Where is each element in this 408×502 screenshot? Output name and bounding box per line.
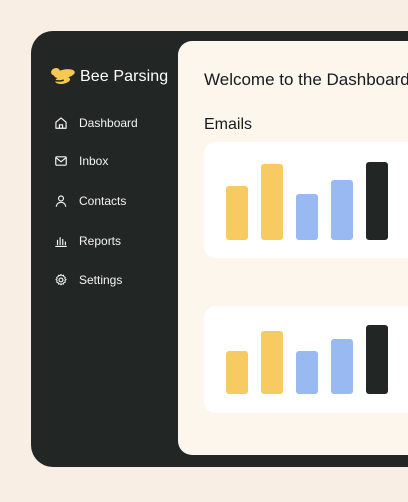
sidebar-item-label: Inbox: [79, 154, 109, 168]
dashboard-panel: Welcome to the Dashboard Emails: [178, 41, 408, 455]
email-chart-card-2: [204, 306, 408, 413]
chart-bar: [366, 325, 388, 394]
gear-icon: [55, 273, 67, 286]
user-icon: [55, 195, 67, 207]
chart-bar: [331, 180, 353, 240]
sidebar-item-settings[interactable]: Settings: [54, 271, 122, 289]
sidebar-item-dashboard[interactable]: Dashboard: [54, 114, 138, 132]
chart-bar: [226, 186, 248, 240]
chart-bar: [331, 339, 353, 394]
chart-bar: [366, 162, 388, 240]
sidebar-item-inbox[interactable]: Inbox: [54, 152, 108, 170]
sidebar-item-label: Dashboard: [79, 116, 138, 130]
chart-bar: [226, 351, 248, 394]
page-title: Welcome to the Dashboard: [204, 70, 408, 89]
sidebar-item-contacts[interactable]: Contacts: [54, 192, 126, 210]
chart-bar: [296, 194, 318, 240]
sidebar-item-reports[interactable]: Reports: [54, 232, 121, 250]
app-shell: Bee Parsing Dashboard Inbox Contacts Rep…: [31, 31, 408, 467]
emails-section-title: Emails: [204, 116, 253, 133]
home-icon: [55, 117, 67, 129]
sidebar-nav: Dashboard Inbox Contacts Reports Setting…: [31, 31, 178, 467]
chart-bar: [261, 164, 283, 240]
sidebar-item-label: Contacts: [79, 194, 127, 208]
sidebar-item-label: Settings: [79, 273, 123, 287]
mail-icon: [55, 156, 67, 166]
email-chart-card-1: [204, 142, 408, 258]
bar-chart-icon: [55, 237, 67, 248]
sidebar-item-label: Reports: [79, 234, 122, 248]
chart-bar: [261, 331, 283, 394]
chart-bar: [296, 351, 318, 394]
